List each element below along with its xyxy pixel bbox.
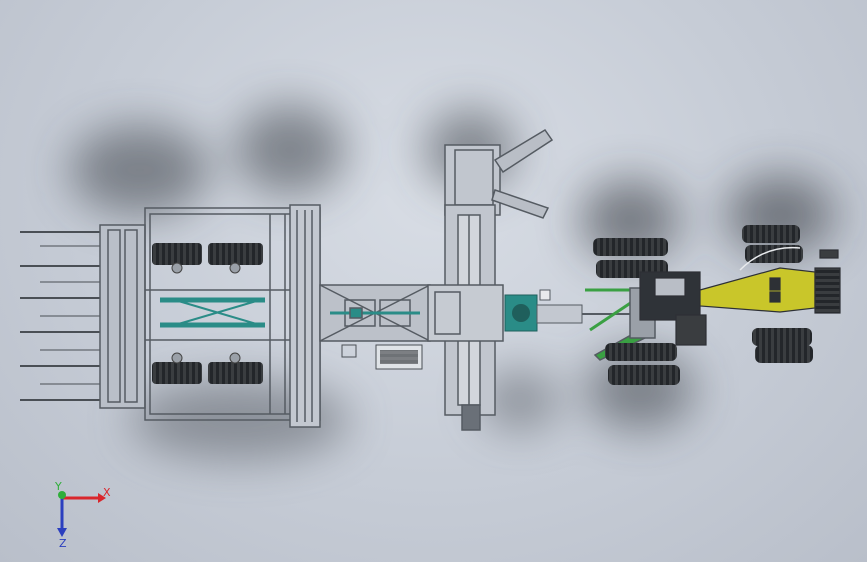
cad-viewport[interactable]: X Y Z	[0, 0, 867, 562]
rear-roller-tires	[152, 243, 263, 384]
axis-triad: X Y Z	[54, 480, 111, 550]
rear-teal-shafts	[160, 297, 265, 328]
cad-drawing: X Y Z	[20, 105, 841, 550]
harrow-tines	[20, 231, 110, 401]
y-axis-label: Y	[54, 480, 62, 493]
drawbar-frame	[319, 284, 431, 342]
x-axis-label: X	[103, 486, 111, 499]
central-mast	[427, 144, 504, 431]
control-box	[341, 344, 423, 370]
z-axis-label: Z	[59, 537, 67, 550]
